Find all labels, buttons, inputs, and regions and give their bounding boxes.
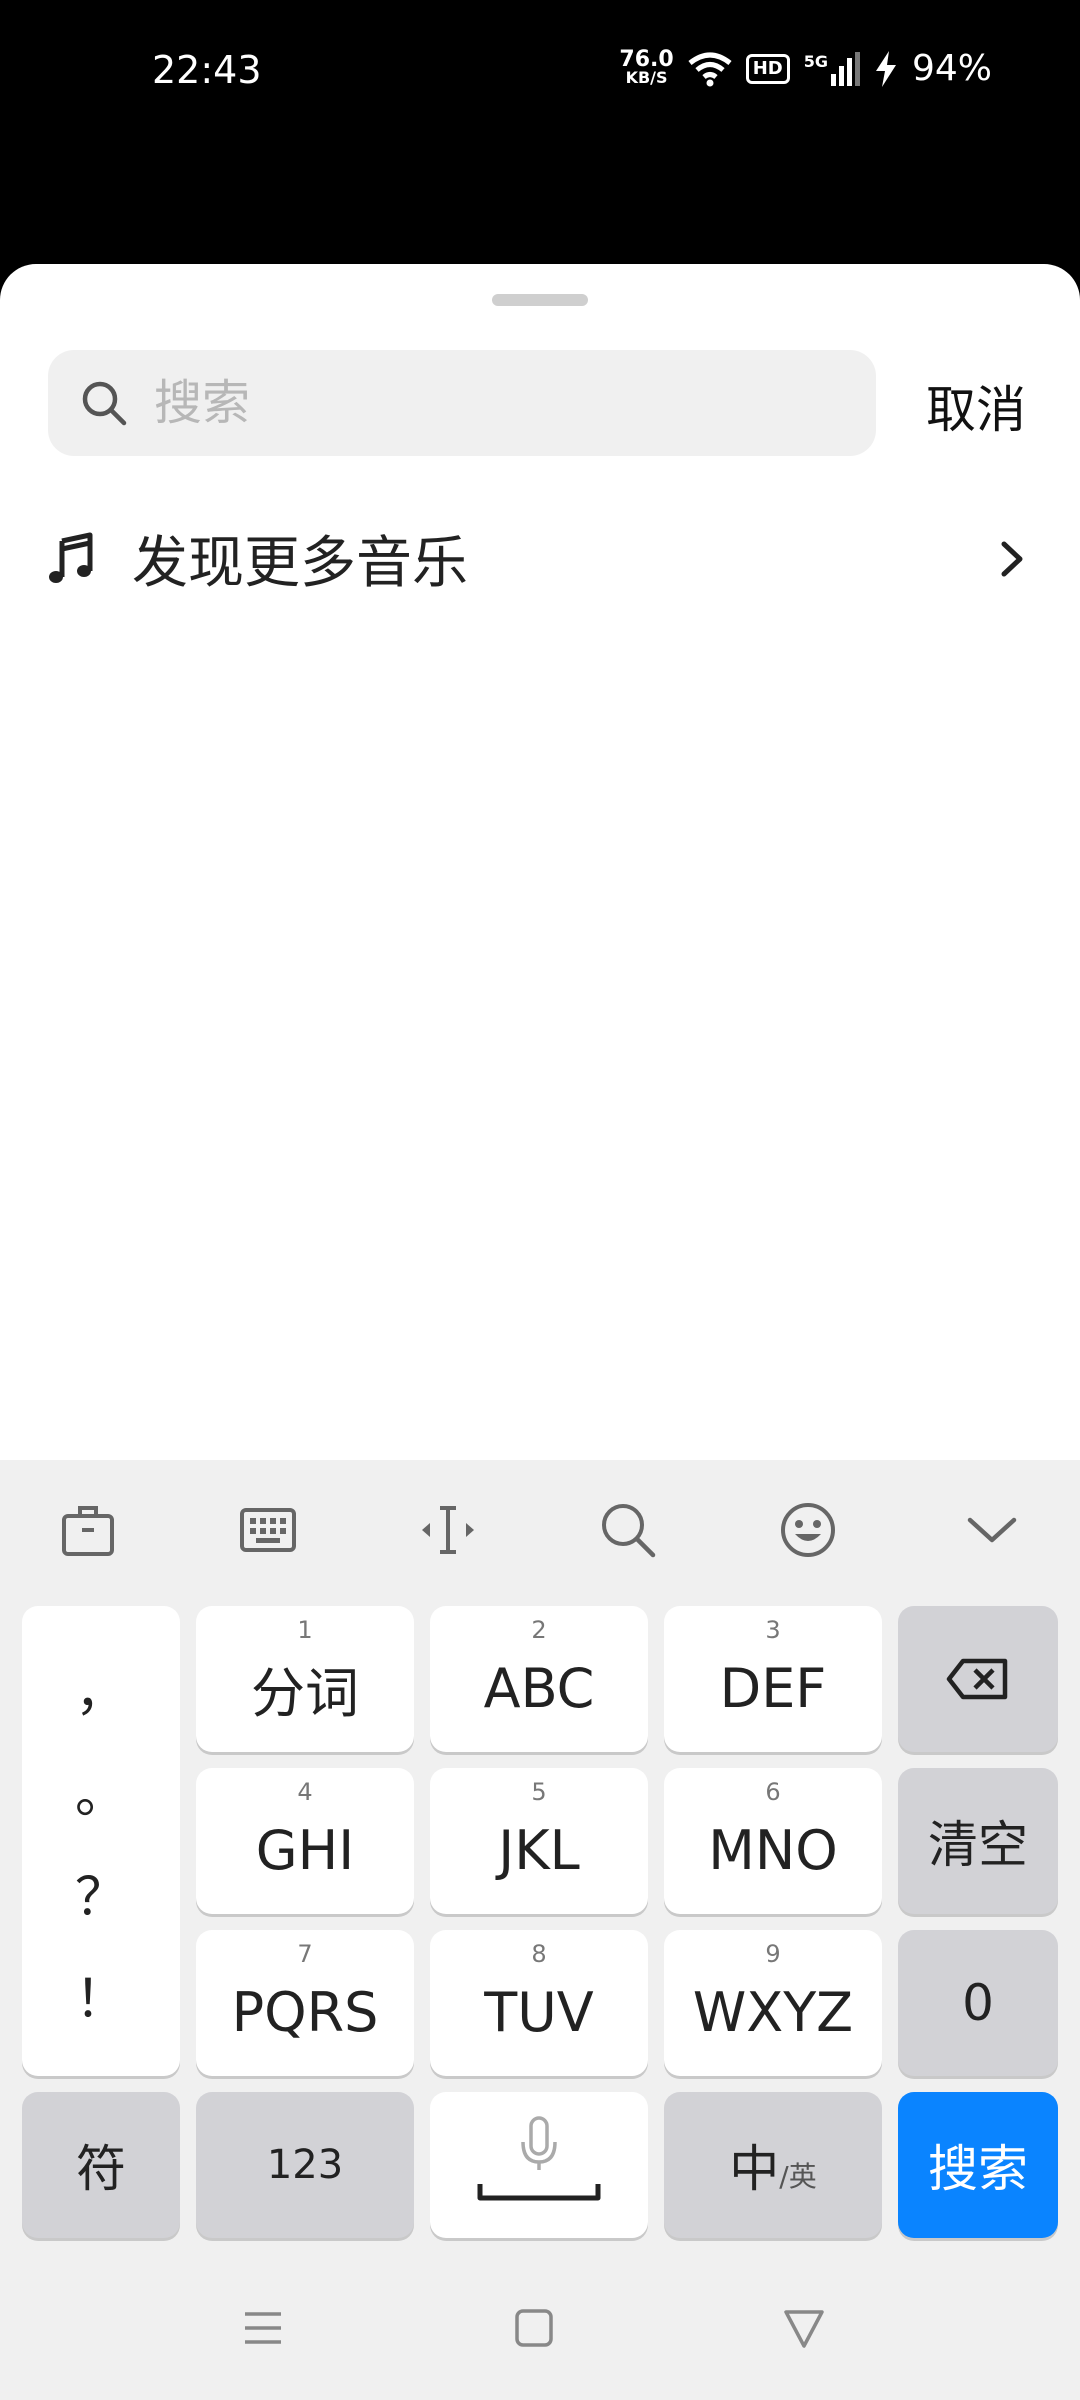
toolbox-icon[interactable]: [58, 1500, 118, 1560]
punctuation-key[interactable]: ，: [75, 1650, 127, 1725]
key-9[interactable]: 9 WXYZ: [664, 1930, 882, 2076]
search-icon[interactable]: [598, 1500, 658, 1560]
clear-key[interactable]: 清空: [898, 1768, 1058, 1914]
search-box[interactable]: [48, 350, 876, 456]
cursor-icon[interactable]: [418, 1500, 478, 1560]
status-icons: 76.0 KB/S HD 5G 94%: [619, 48, 992, 89]
menu-icon[interactable]: [241, 2306, 285, 2350]
symbol-key[interactable]: 符: [22, 2092, 180, 2238]
backspace-key[interactable]: [898, 1606, 1058, 1752]
discover-more-music-row[interactable]: 发现更多音乐: [48, 500, 1032, 616]
key-1[interactable]: 1 分词: [196, 1606, 414, 1752]
signal-5g-icon: 5G: [803, 51, 860, 86]
hd-badge: HD: [745, 53, 790, 84]
backspace-icon: [946, 1658, 1008, 1700]
chevron-right-icon: [1001, 541, 1023, 577]
navigation-bar: [0, 2260, 1080, 2400]
space-voice-key[interactable]: [430, 2092, 648, 2238]
key-4[interactable]: 4 GHI: [196, 1768, 414, 1914]
back-icon[interactable]: [782, 2306, 826, 2350]
wifi-icon: [688, 52, 732, 86]
key-5[interactable]: 5 JKL: [430, 1768, 648, 1914]
key-2[interactable]: 2 ABC: [430, 1606, 648, 1752]
punctuation-key[interactable]: ？: [75, 1855, 127, 1930]
punctuation-key[interactable]: 。: [75, 1752, 127, 1827]
keyboard-icon[interactable]: [238, 1500, 298, 1560]
search-icon: [82, 381, 127, 426]
network-type: 5G: [803, 51, 828, 71]
collapse-keyboard-icon[interactable]: [962, 1500, 1022, 1560]
punctuation-key[interactable]: ！: [75, 1957, 127, 2032]
key-8[interactable]: 8 TUV: [430, 1930, 648, 2076]
battery-level: 94%: [911, 48, 992, 89]
language-switch-key[interactable]: 中/英: [664, 2092, 882, 2238]
status-time: 22:43: [152, 48, 262, 92]
music-note-icon: [49, 532, 93, 583]
network-speed-unit: KB/S: [625, 67, 668, 87]
network-speed: 76.0 KB/S: [619, 46, 674, 87]
sheet-drag-handle[interactable]: [492, 294, 588, 306]
punctuation-key-column[interactable]: ， 。 ？ ！: [22, 1606, 180, 2076]
language-primary-label: 中: [729, 2140, 780, 2198]
number-mode-key[interactable]: 123: [196, 2092, 414, 2238]
status-bar: 22:43 76.0 KB/S HD 5G 94%: [0, 0, 1080, 150]
microphone-space-icon: [477, 2116, 601, 2201]
discover-more-music-label: 发现更多音乐: [132, 530, 468, 596]
keyboard-toolbar: [0, 1460, 1080, 1600]
home-icon[interactable]: [512, 2306, 556, 2350]
key-3[interactable]: 3 DEF: [664, 1606, 882, 1752]
network-speed-value: 76.0: [619, 46, 674, 72]
language-secondary-label: /英: [779, 2160, 817, 2193]
emoji-icon[interactable]: [778, 1500, 838, 1560]
cancel-button[interactable]: 取消: [926, 370, 1026, 442]
key-7[interactable]: 7 PQRS: [196, 1930, 414, 2076]
search-submit-key[interactable]: 搜索: [898, 2092, 1058, 2238]
search-sheet: 取消 发现更多音乐: [0, 264, 1080, 1464]
search-input[interactable]: [152, 374, 836, 432]
zero-key[interactable]: 0: [898, 1930, 1058, 2076]
key-6[interactable]: 6 MNO: [664, 1768, 882, 1914]
charging-icon: [875, 50, 896, 87]
keyboard: ， 。 ？ ！ 1 分词 2 ABC 3 DEF 4 GHI 5 JKL 6 M…: [0, 1460, 1080, 2260]
